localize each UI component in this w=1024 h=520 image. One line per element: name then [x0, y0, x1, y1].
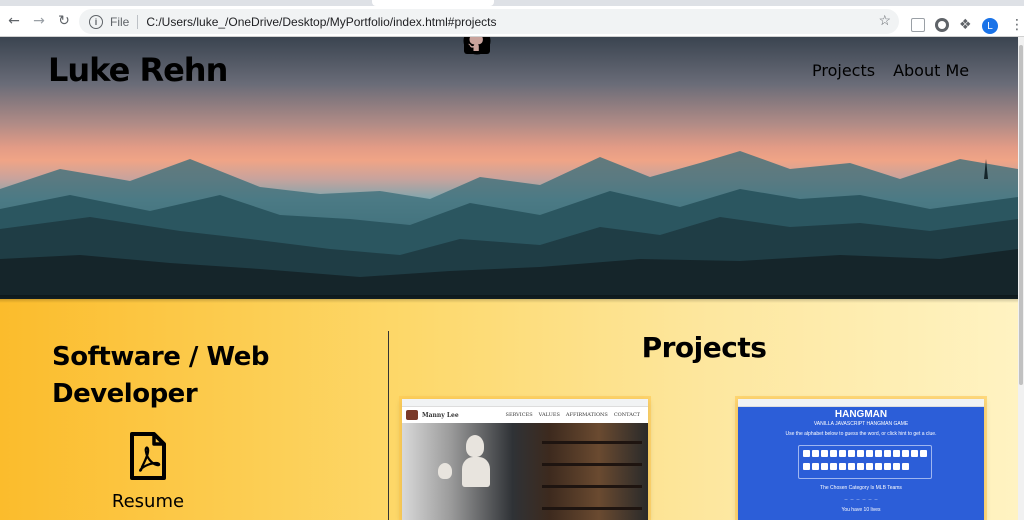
alphabet-key — [812, 463, 819, 470]
shelf-shape — [542, 507, 642, 510]
bust-shape — [438, 463, 452, 479]
alphabet-key — [884, 450, 891, 457]
forward-icon[interactable]: → — [28, 10, 50, 32]
role-heading: Software / Web Developer — [52, 339, 352, 413]
shelf-shape — [542, 485, 642, 488]
hangman-title: HANGMAN — [834, 409, 888, 420]
alphabet-key — [893, 450, 900, 457]
alphabet-key — [812, 450, 819, 457]
info-icon[interactable]: i — [89, 14, 103, 29]
alphabet-key — [839, 450, 846, 457]
alphabet-key — [830, 450, 837, 457]
extension-circle-icon[interactable] — [935, 18, 949, 32]
bookmark-star-icon[interactable]: ☆ — [878, 12, 891, 29]
github-icon[interactable] — [463, 37, 491, 55]
url-text[interactable]: C:/Users/luke_/OneDrive/Desktop/MyPortfo… — [146, 15, 496, 29]
card-browser-chrome — [738, 399, 984, 407]
hangman-instructions: Use the alphabet below to guess the word… — [785, 431, 937, 437]
alphabet-key — [839, 463, 846, 470]
alphabet-key — [830, 463, 837, 470]
bust-shape — [466, 435, 484, 457]
main-nav: Projects About Me — [812, 61, 969, 80]
card-nav: SERVICES VALUES AFFIRMATIONS CONTACT — [506, 412, 640, 418]
puzzle-extensions-icon[interactable]: ❖ — [959, 18, 973, 32]
alphabet-key — [866, 450, 873, 457]
hero-shadow — [0, 295, 1018, 303]
alphabet-key — [911, 450, 918, 457]
card-brand: Manny Lee — [422, 411, 459, 419]
alphabet-key — [803, 450, 810, 457]
page-viewport: Luke Rehn Projects About Me Software / W… — [0, 37, 1018, 520]
nav-link-about-me[interactable]: About Me — [893, 61, 969, 80]
alphabet-key — [803, 463, 810, 470]
project-card-portfolio[interactable]: Manny Lee SERVICES VALUES AFFIRMATIONS C… — [402, 399, 648, 520]
hangman-lives: You have 10 lives — [841, 507, 881, 513]
card-logo — [406, 410, 418, 420]
alphabet-key — [902, 450, 909, 457]
alphabet-key — [893, 463, 900, 470]
projects-title: Projects — [641, 331, 767, 364]
scheme-label: File — [110, 14, 130, 29]
alphabet-key — [821, 463, 828, 470]
address-separator — [137, 14, 139, 29]
alphabet-key — [884, 463, 891, 470]
alphabet-key — [866, 463, 873, 470]
resume-label[interactable]: Resume — [52, 491, 244, 512]
shelf-shape — [542, 441, 642, 444]
reload-icon[interactable]: ↻ — [53, 10, 75, 32]
card-nav-item: CONTACT — [613, 412, 640, 418]
card-nav-item: VALUES — [538, 412, 560, 418]
alphabet-key — [902, 463, 909, 470]
hangman-blanks: _ _ _ _ _ _ — [844, 495, 878, 501]
hero-banner: Luke Rehn Projects About Me — [0, 37, 1018, 299]
alphabet-key — [920, 450, 927, 457]
hangman-subtitle: VANILLA JAVASCRIPT HANGMAN GAME — [813, 421, 909, 427]
scrollbar-thumb[interactable] — [1019, 45, 1023, 385]
card-nav-item: AFFIRMATIONS — [565, 412, 608, 418]
mountain-silhouette — [0, 151, 1018, 299]
hangman-category: The Chosen Category Is MLB Teams — [820, 485, 902, 491]
back-icon[interactable]: ← — [3, 10, 25, 32]
hangman-alphabet-keys — [798, 445, 932, 479]
nav-link-projects[interactable]: Projects — [812, 61, 875, 80]
card-nav-item: SERVICES — [505, 412, 533, 418]
alphabet-key — [848, 450, 855, 457]
extension-icon[interactable] — [911, 18, 925, 32]
profile-avatar[interactable]: L — [982, 18, 998, 34]
card-site-header: Manny Lee SERVICES VALUES AFFIRMATIONS C… — [402, 407, 648, 423]
projects-section: Software / Web Developer Resume Projects… — [0, 299, 1018, 520]
role-title-line1: Software / Web — [52, 342, 269, 372]
page-scrollbar[interactable] — [1018, 37, 1024, 520]
alphabet-key — [857, 450, 864, 457]
card-browser-chrome — [402, 399, 648, 407]
alphabet-key — [875, 463, 882, 470]
project-card-hangman[interactable]: HANGMAN VANILLA JAVASCRIPT HANGMAN GAME … — [738, 399, 984, 520]
bust-shape — [462, 457, 490, 487]
address-bar[interactable]: i File C:/Users/luke_/OneDrive/Desktop/M… — [79, 9, 899, 34]
pdf-file-icon[interactable] — [129, 431, 167, 481]
browser-toolbar: ← → ↻ i File C:/Users/luke_/OneDrive/Des… — [0, 6, 1024, 37]
alphabet-key — [821, 450, 828, 457]
resume-link[interactable]: Resume — [52, 431, 244, 512]
alphabet-key — [875, 450, 882, 457]
section-divider — [388, 331, 389, 520]
shelf-shape — [542, 463, 642, 466]
alphabet-key — [857, 463, 864, 470]
role-title-line2: Developer — [52, 379, 198, 409]
menu-dots-icon[interactable]: ⋮ — [1010, 18, 1024, 32]
card-library-image — [402, 423, 648, 520]
site-brand[interactable]: Luke Rehn — [48, 51, 228, 89]
alphabet-key — [848, 463, 855, 470]
